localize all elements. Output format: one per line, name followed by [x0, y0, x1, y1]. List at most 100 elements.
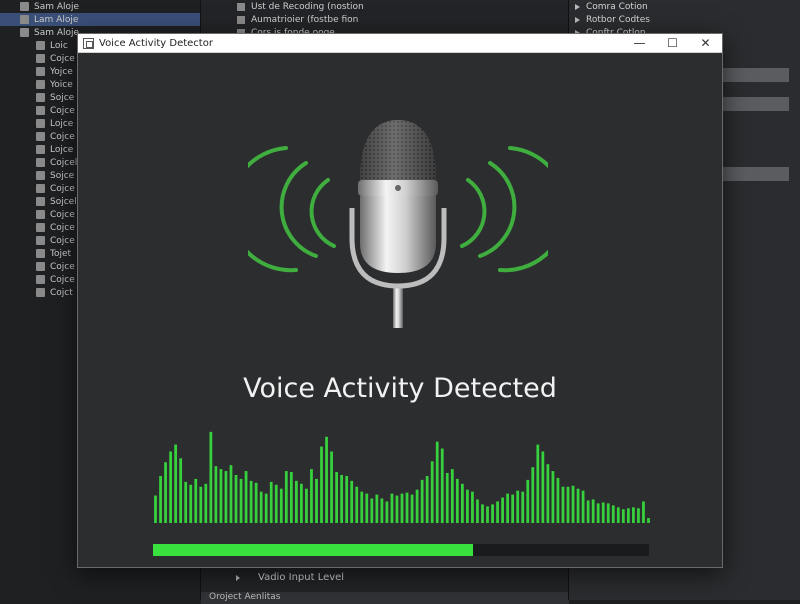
- waveform-bar: [355, 486, 359, 523]
- file-icon: [36, 119, 45, 128]
- input-level-meter: [153, 544, 649, 556]
- waveform-bar: [566, 486, 570, 523]
- maximize-button[interactable]: ☐: [656, 34, 689, 53]
- waveform-bar: [169, 451, 172, 523]
- file-icon: [36, 262, 45, 271]
- waveform-bar: [320, 446, 323, 523]
- waveform-bar: [390, 493, 394, 523]
- background-tree-item-label: Lojce: [50, 144, 74, 155]
- file-icon: [20, 28, 29, 37]
- inspector-slider[interactable]: [719, 167, 789, 181]
- file-icon: [20, 2, 29, 11]
- waveform-bar: [370, 498, 374, 523]
- waveform-bar: [581, 490, 585, 523]
- file-icon: [36, 184, 45, 193]
- waveform-bar: [305, 488, 308, 523]
- waveform-bar: [264, 493, 268, 523]
- waveform-bar: [405, 492, 409, 523]
- window-content: Voice Activity Detected: [78, 53, 722, 567]
- file-icon: [36, 210, 45, 219]
- background-tree-item-label: Lojce: [50, 118, 74, 129]
- background-tree-item-label: Cojcel: [50, 157, 78, 168]
- background-inspector-item[interactable]: Comra Cotion: [569, 0, 800, 13]
- waveform-bar: [496, 501, 499, 523]
- waveform-bar: [154, 495, 157, 523]
- waveform-bar: [274, 484, 278, 523]
- waveform-bar: [325, 436, 328, 523]
- waveform-bar: [164, 462, 167, 523]
- waveform-bar: [375, 494, 379, 523]
- minimize-button[interactable]: —: [623, 34, 656, 53]
- waveform-bar: [300, 483, 303, 523]
- window-title: Voice Activity Detector: [99, 37, 213, 49]
- waveform-bar: [466, 489, 469, 523]
- background-tree-item-label: Sojce: [50, 92, 75, 103]
- background-tree-item-label: Cojce: [50, 209, 75, 220]
- status-text: Voice Activity Detected: [243, 373, 557, 404]
- file-icon: [36, 288, 45, 297]
- waveform-bar: [209, 431, 213, 523]
- waveform-bar: [596, 503, 600, 523]
- waveform-bar: [174, 444, 178, 523]
- waveform-bar: [501, 497, 504, 523]
- background-list-item[interactable]: Ust de Recoding (nostion: [201, 0, 568, 13]
- waveform-bar: [244, 471, 248, 523]
- background-tree-item-label: Cojce: [50, 274, 75, 285]
- file-icon: [36, 67, 45, 76]
- background-tree-item-label: Sojcel: [50, 196, 77, 207]
- waveform-bar: [632, 507, 635, 523]
- waveform-bar: [284, 471, 288, 523]
- square-icon: [237, 15, 245, 24]
- waveform-bar: [556, 477, 560, 523]
- waveform-bar: [310, 469, 313, 523]
- background-section-header: Oroject Aenlitas: [201, 592, 569, 604]
- waveform-bar: [380, 498, 384, 523]
- background-tree-item-label: Sam Aloje: [34, 1, 80, 12]
- background-tree-item-label: Cojce: [50, 222, 75, 233]
- waveform-bar: [445, 473, 449, 523]
- background-list-item[interactable]: Vadio Input Level: [236, 572, 344, 583]
- background-tree-item-label: Sam Aloje: [34, 27, 80, 38]
- waveform-bar: [239, 478, 243, 523]
- file-icon: [36, 158, 45, 167]
- window-titlebar[interactable]: Voice Activity Detector — ☐ ✕: [78, 34, 722, 53]
- background-list-item-label: Aumatrioier (fostbe fion: [251, 14, 359, 25]
- waveform-bar: [626, 508, 630, 523]
- waveform-bar: [521, 491, 525, 523]
- voice-activity-window: Voice Activity Detector — ☐ ✕ Voice Acti…: [77, 33, 723, 568]
- waveform-bar: [194, 478, 198, 523]
- waveform-bar: [204, 483, 208, 523]
- file-icon: [36, 197, 45, 206]
- close-button[interactable]: ✕: [689, 34, 722, 53]
- waveform-bar: [294, 480, 298, 523]
- waveform-bar: [415, 489, 419, 523]
- waveform-bar: [365, 493, 369, 523]
- background-tree-item-label: Sojce: [50, 170, 75, 181]
- file-icon: [36, 171, 45, 180]
- background-inspector-item-label: Comra Cotion: [586, 1, 648, 12]
- background-inspector-item[interactable]: Rotbor Codtes: [569, 13, 800, 26]
- background-tree-item[interactable]: Sam Aloje: [0, 0, 200, 13]
- waveform-bar: [541, 451, 545, 523]
- background-tree-item[interactable]: Lam Aloje: [0, 13, 200, 26]
- waveform-bar: [621, 509, 625, 523]
- background-list-item[interactable]: Aumatrioier (fostbe fion: [201, 13, 568, 26]
- file-icon: [20, 15, 29, 24]
- waveform-bar: [249, 480, 253, 523]
- inspector-slider[interactable]: [719, 97, 789, 111]
- inspector-slider[interactable]: [719, 68, 789, 82]
- waveform-bar: [315, 478, 318, 523]
- background-tree-item-label: Loic: [50, 40, 68, 51]
- waveform-bar: [455, 478, 459, 523]
- waveform-bar: [491, 504, 494, 523]
- background-list-item-label: Ust de Recoding (nostion: [251, 1, 364, 12]
- file-icon: [36, 80, 45, 89]
- waveform-bar: [511, 494, 515, 523]
- waveform-bar: [179, 458, 183, 523]
- waveform-bar: [486, 506, 489, 523]
- background-tree-item-label: Tojet: [50, 248, 72, 259]
- waveform-bar: [159, 475, 162, 523]
- waveform-bar: [531, 467, 535, 523]
- expand-arrow-icon: [575, 3, 580, 10]
- waveform-bar: [642, 501, 645, 523]
